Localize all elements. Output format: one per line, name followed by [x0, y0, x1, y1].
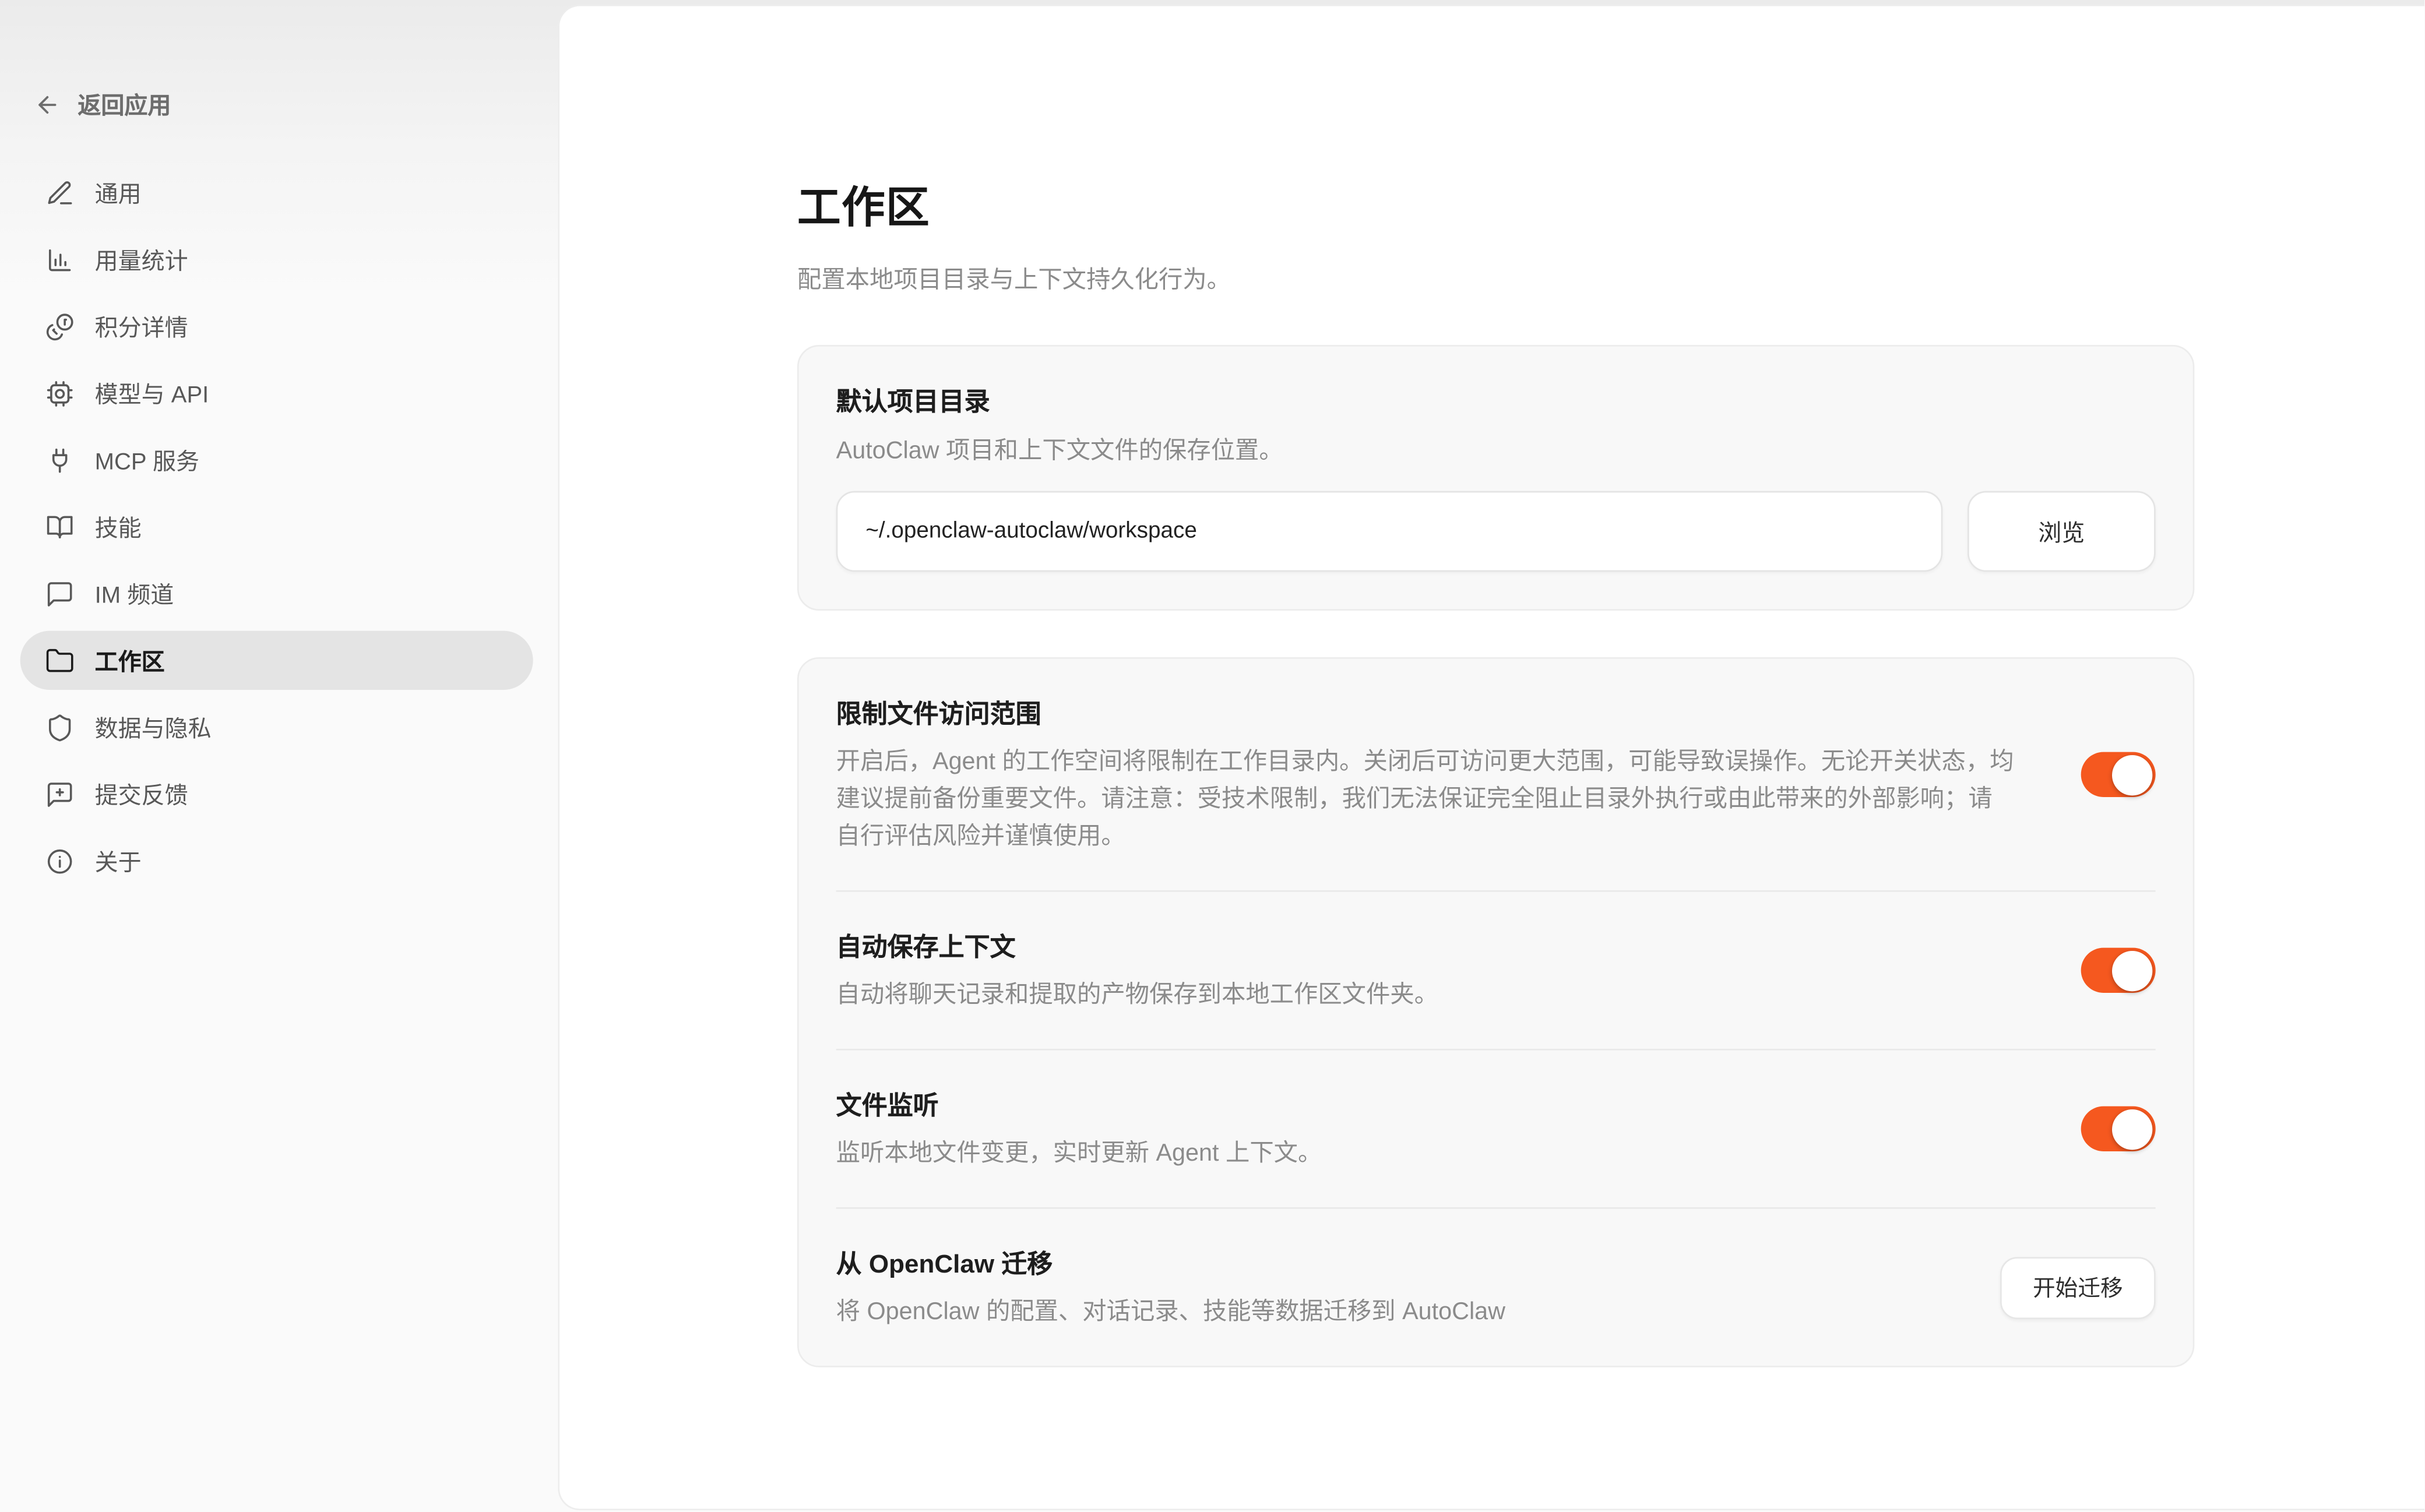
- setting-title: 从 OpenClaw 迁移: [836, 1243, 1935, 1281]
- coins-icon: [45, 312, 75, 341]
- restrict-file-access-toggle[interactable]: [2081, 752, 2156, 797]
- sidebar: 返回应用 通用 用量统计 积分详情 模型与 API MCP 服务: [0, 0, 558, 1512]
- sidebar-item-label: IM 频道: [95, 577, 174, 610]
- message-square-plus-icon: [45, 779, 75, 809]
- sidebar-item-credits[interactable]: 积分详情: [20, 297, 533, 355]
- sidebar-item-label: 积分详情: [95, 310, 188, 343]
- file-watch-toggle[interactable]: [2081, 1106, 2156, 1151]
- workspace-settings-page: 工作区 配置本地项目目录与上下文持久化行为。 默认项目目录 AutoClaw 项…: [797, 6, 2194, 1368]
- sidebar-item-general[interactable]: 通用: [20, 163, 533, 222]
- sidebar-nav: 通用 用量统计 积分详情 模型与 API MCP 服务 技能: [20, 163, 533, 898]
- sidebar-item-label: 工作区: [95, 644, 165, 676]
- pencil-icon: [45, 178, 75, 207]
- message-square-icon: [45, 579, 75, 608]
- default-directory-description: AutoClaw 项目和上下文文件的保存位置。: [836, 432, 2156, 466]
- sidebar-item-label: 数据与隐私: [95, 711, 212, 743]
- directory-input-row: 浏览: [836, 491, 2156, 572]
- sidebar-item-label: 通用: [95, 177, 142, 209]
- shield-icon: [45, 713, 75, 742]
- setting-title: 文件监听: [836, 1085, 2016, 1122]
- toggle-knob: [2112, 755, 2152, 795]
- sidebar-item-workspace[interactable]: 工作区: [20, 631, 533, 690]
- sidebar-item-models-api[interactable]: 模型与 API: [20, 364, 533, 422]
- setting-title: 自动保存上下文: [836, 926, 2016, 963]
- book-open-icon: [45, 512, 75, 542]
- setting-row-migrate-from-openclaw: 从 OpenClaw 迁移 将 OpenClaw 的配置、对话记录、技能等数据迁…: [799, 1209, 2193, 1366]
- arrow-left-icon: [34, 91, 61, 118]
- sidebar-item-skills[interactable]: 技能: [20, 497, 533, 556]
- chip-icon: [45, 378, 75, 408]
- sidebar-item-label: 技能: [95, 510, 142, 543]
- sidebar-item-label: MCP 服务: [95, 443, 199, 476]
- page-title: 工作区: [797, 174, 2194, 237]
- main-panel: 工作区 配置本地项目目录与上下文持久化行为。 默认项目目录 AutoClaw 项…: [558, 5, 2425, 1511]
- setting-description: 将 OpenClaw 的配置、对话记录、技能等数据迁移到 AutoClaw: [836, 1295, 1935, 1332]
- settings-window: 返回应用 通用 用量统计 积分详情 模型与 API MCP 服务: [0, 0, 2425, 1512]
- setting-description: 监听本地文件变更，实时更新 Agent 上下文。: [836, 1136, 2016, 1173]
- sidebar-item-label: 提交反馈: [95, 778, 188, 810]
- sidebar-item-usage-stats[interactable]: 用量统计: [20, 230, 533, 289]
- back-to-app-label: 返回应用: [78, 89, 171, 121]
- toggle-knob: [2112, 950, 2152, 991]
- sidebar-item-data-privacy[interactable]: 数据与隐私: [20, 697, 533, 756]
- start-migration-button[interactable]: 开始迁移: [2000, 1256, 2156, 1319]
- project-directory-input[interactable]: [836, 491, 1943, 572]
- folder-icon: [45, 646, 75, 675]
- default-directory-title: 默认项目目录: [836, 380, 2156, 418]
- setting-row-file-watch: 文件监听 监听本地文件变更，实时更新 Agent 上下文。: [799, 1051, 2193, 1207]
- sidebar-item-im-channels[interactable]: IM 频道: [20, 564, 533, 623]
- plug-icon: [45, 445, 75, 475]
- default-directory-card: 默认项目目录 AutoClaw 项目和上下文文件的保存位置。 浏览: [797, 345, 2194, 611]
- back-to-app-button[interactable]: 返回应用: [34, 89, 171, 121]
- sidebar-item-label: 模型与 API: [95, 377, 209, 410]
- setting-description: 开启后，Agent 的工作空间将限制在工作目录内。关闭后可访问更大范围，可能导致…: [836, 744, 2016, 856]
- sidebar-item-feedback[interactable]: 提交反馈: [20, 764, 533, 823]
- setting-title: 限制文件访问范围: [836, 693, 2016, 730]
- browse-button[interactable]: 浏览: [1968, 491, 2156, 572]
- sidebar-item-label: 关于: [95, 844, 142, 877]
- setting-row-auto-save-context: 自动保存上下文 自动将聊天记录和提取的产物保存到本地工作区文件夹。: [799, 892, 2193, 1049]
- toggle-knob: [2112, 1109, 2152, 1149]
- auto-save-context-toggle[interactable]: [2081, 948, 2156, 993]
- workspace-settings-card: 限制文件访问范围 开启后，Agent 的工作空间将限制在工作目录内。关闭后可访问…: [797, 657, 2194, 1368]
- page-subtitle: 配置本地项目目录与上下文持久化行为。: [797, 261, 2194, 295]
- sidebar-item-mcp-services[interactable]: MCP 服务: [20, 431, 533, 489]
- sidebar-item-label: 用量统计: [95, 243, 188, 276]
- setting-row-restrict-file-access: 限制文件访问范围 开启后，Agent 的工作空间将限制在工作目录内。关闭后可访问…: [799, 659, 2193, 890]
- info-icon: [45, 846, 75, 876]
- sidebar-item-about[interactable]: 关于: [20, 831, 533, 890]
- bar-chart-icon: [45, 245, 75, 274]
- setting-description: 自动将聊天记录和提取的产物保存到本地工作区文件夹。: [836, 977, 2016, 1014]
